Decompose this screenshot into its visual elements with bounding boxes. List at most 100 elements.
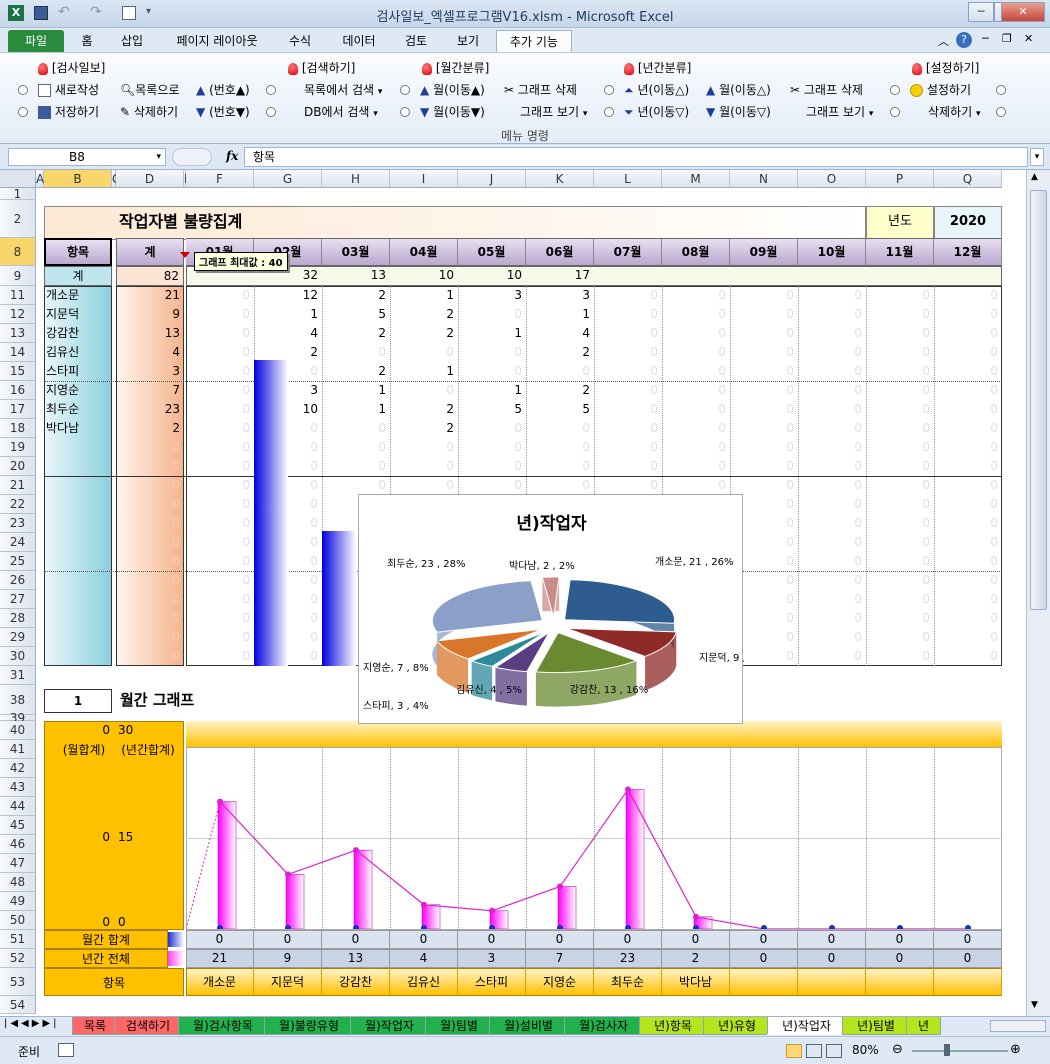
worker-month-cell[interactable]: 0 (934, 419, 1002, 438)
worker-month-cell[interactable]: 0 (866, 324, 934, 343)
year-down-button[interactable]: ⏷ 년(이동▽) (624, 103, 689, 120)
worker-month-cell[interactable]: 0 (254, 571, 322, 590)
worker-month-cell[interactable]: 0 (934, 343, 1002, 362)
worker-name[interactable]: 강감찬 (46, 324, 110, 343)
worker-month-cell[interactable]: 0 (798, 609, 866, 628)
worker-month-cell[interactable]: 0 (526, 457, 594, 476)
row-header[interactable]: 1 (0, 188, 36, 200)
number-up-button[interactable]: ▲ (번호▲) (196, 81, 250, 98)
zoom-slider[interactable] (912, 1050, 1008, 1052)
worker-total[interactable]: 0 (116, 457, 184, 476)
worker-month-cell[interactable]: 0 (186, 324, 254, 343)
year-graph-view-dropdown[interactable]: 그래프 보기 ▾ (806, 103, 873, 120)
worker-total[interactable]: 9 (116, 305, 184, 324)
worker-month-cell[interactable]: 0 (662, 305, 730, 324)
row-header[interactable]: 52 (0, 949, 36, 968)
row-header[interactable]: 28 (0, 609, 36, 628)
worker-name[interactable] (46, 514, 110, 533)
workbook-restore-icon[interactable]: ❐ (1002, 32, 1012, 45)
worker-month-cell[interactable]: 0 (254, 533, 322, 552)
worker-month-cell[interactable]: 0 (254, 362, 322, 381)
minimize-button[interactable]: ─ (968, 2, 994, 22)
tab-page-layout[interactable]: 페이지 레이아웃 (162, 30, 272, 52)
worker-month-cell[interactable]: 0 (730, 438, 798, 457)
zoom-out-icon[interactable]: ⊖ (892, 1042, 903, 1057)
total-month-cell[interactable] (798, 266, 866, 286)
sheet-tab[interactable]: 월)팀별 (425, 1017, 493, 1035)
radio-option[interactable] (996, 107, 1006, 117)
worker-month-cell[interactable]: 1 (526, 305, 594, 324)
total-month-cell[interactable] (866, 266, 934, 286)
worker-name[interactable] (46, 609, 110, 628)
worker-month-cell[interactable]: 2 (254, 343, 322, 362)
column-header[interactable]: G (254, 170, 322, 188)
row-header[interactable]: 21 (0, 476, 36, 495)
worker-total[interactable]: 0 (116, 552, 184, 571)
worker-month-cell[interactable]: 0 (798, 571, 866, 590)
vertical-scrollbar[interactable]: ▲ ▼ (1026, 170, 1050, 1016)
column-header[interactable]: F (186, 170, 254, 188)
worker-month-cell[interactable]: 0 (186, 419, 254, 438)
graph-view-dropdown[interactable]: 그래프 보기 ▾ (520, 103, 587, 120)
worker-total[interactable]: 0 (116, 495, 184, 514)
worker-month-cell[interactable]: 0 (390, 476, 458, 495)
row-header[interactable]: 18 (0, 419, 36, 438)
pie-chart[interactable]: 년)작업자 개소문, 21 , 26%지문덕, 9 , 11%강감찬, 13 ,… (358, 494, 744, 724)
worker-month-cell[interactable]: 0 (730, 362, 798, 381)
horizontal-scrollbar[interactable] (990, 1020, 1046, 1032)
page-break-view-icon[interactable] (826, 1044, 842, 1058)
worker-month-cell[interactable]: 0 (934, 514, 1002, 533)
year-month-up-button[interactable]: ▲ 월(이동△) (706, 81, 771, 98)
worker-month-cell[interactable]: 0 (458, 343, 526, 362)
worker-month-cell[interactable]: 0 (934, 305, 1002, 324)
sheet-tab[interactable]: 월)설비별 (489, 1017, 568, 1035)
worker-name[interactable]: 박다남 (46, 419, 110, 438)
worker-name[interactable] (46, 552, 110, 571)
total-month-cell[interactable] (730, 266, 798, 286)
worker-month-cell[interactable]: 2 (390, 305, 458, 324)
worker-month-cell[interactable]: 0 (594, 286, 662, 305)
sheet-tab[interactable]: 목록 (72, 1017, 118, 1035)
tab-file[interactable]: 파일 (8, 30, 64, 52)
worker-month-cell[interactable]: 0 (254, 457, 322, 476)
save-button[interactable]: 저장하기 (38, 103, 99, 120)
worker-month-cell[interactable]: 0 (458, 362, 526, 381)
graph-delete-button[interactable]: ✂ 그래프 삭제 (504, 81, 577, 98)
worker-month-cell[interactable]: 0 (730, 305, 798, 324)
worker-month-cell[interactable]: 0 (798, 552, 866, 571)
column-header[interactable]: J (458, 170, 526, 188)
name-box[interactable]: B8 ▾ (8, 148, 166, 166)
macro-record-icon[interactable] (58, 1043, 74, 1057)
worker-month-cell[interactable]: 0 (254, 419, 322, 438)
worker-month-cell[interactable]: 1 (390, 286, 458, 305)
worker-month-cell[interactable]: 0 (186, 305, 254, 324)
worker-month-cell[interactable]: 0 (798, 647, 866, 666)
worker-month-cell[interactable]: 0 (186, 286, 254, 305)
tab-insert[interactable]: 삽입 (112, 30, 152, 52)
worker-month-cell[interactable]: 0 (866, 362, 934, 381)
worker-total[interactable]: 3 (116, 362, 184, 381)
worker-total[interactable]: 13 (116, 324, 184, 343)
worker-month-cell[interactable]: 0 (390, 343, 458, 362)
worker-name[interactable] (46, 571, 110, 590)
worker-name[interactable] (46, 628, 110, 647)
worker-month-cell[interactable]: 0 (662, 286, 730, 305)
worker-month-cell[interactable]: 3 (526, 286, 594, 305)
worker-month-cell[interactable]: 0 (934, 400, 1002, 419)
pie-slice[interactable] (431, 580, 543, 633)
row-header[interactable]: 2 (0, 200, 36, 238)
worker-month-cell[interactable]: 0 (254, 647, 322, 666)
worker-month-cell[interactable]: 0 (322, 476, 390, 495)
worker-month-cell[interactable]: 0 (322, 457, 390, 476)
total-month-cell[interactable]: 13 (322, 266, 390, 286)
worker-month-cell[interactable]: 0 (866, 419, 934, 438)
row-header[interactable]: 14 (0, 343, 36, 362)
worker-month-cell[interactable]: 0 (866, 628, 934, 647)
worker-month-cell[interactable]: 5 (458, 400, 526, 419)
worker-name[interactable]: 개소문 (46, 286, 110, 305)
worker-month-cell[interactable]: 0 (594, 476, 662, 495)
search-db-dropdown[interactable]: DB에서 검색 ▾ (304, 103, 378, 120)
worker-month-cell[interactable]: 0 (594, 305, 662, 324)
worker-month-cell[interactable]: 2 (390, 419, 458, 438)
worker-month-cell[interactable]: 0 (798, 590, 866, 609)
